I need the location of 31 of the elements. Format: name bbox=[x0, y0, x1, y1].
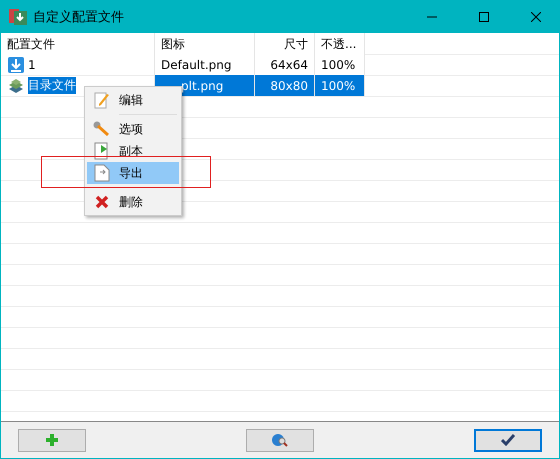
copy-icon bbox=[94, 142, 110, 160]
stack-icon bbox=[7, 76, 25, 94]
menu-item[interactable]: 副本 bbox=[87, 140, 179, 162]
pencil-icon bbox=[94, 91, 110, 109]
column-header[interactable]: 不透... bbox=[315, 33, 365, 55]
app-icon bbox=[9, 8, 27, 24]
table-cell: 100% bbox=[321, 78, 356, 92]
toolbar-button[interactable] bbox=[474, 428, 542, 452]
check-icon bbox=[501, 434, 515, 446]
table-cell: 目录文件 bbox=[28, 77, 76, 94]
menu-item[interactable]: 导出 bbox=[87, 162, 179, 184]
wrench-icon bbox=[93, 121, 111, 137]
download-icon bbox=[7, 56, 25, 74]
table-cell: 80x80 bbox=[270, 78, 308, 92]
delete-icon bbox=[95, 195, 109, 209]
globe-search-icon bbox=[272, 433, 288, 447]
table-cell: 1 bbox=[28, 58, 36, 72]
table-cell: 64x64 bbox=[270, 58, 308, 72]
table-cell: 100% bbox=[321, 58, 356, 72]
menu-item[interactable]: 删除 bbox=[87, 191, 179, 213]
column-header[interactable]: 图标 bbox=[155, 33, 255, 55]
minimize-icon bbox=[427, 16, 437, 18]
column-header[interactable]: 配置文件 bbox=[1, 33, 155, 55]
plus-icon bbox=[45, 433, 59, 447]
close-icon bbox=[531, 12, 541, 22]
menu-item[interactable]: 选项 bbox=[87, 118, 179, 140]
maximize-icon bbox=[479, 12, 489, 22]
window-title: 自定义配置文件 bbox=[33, 8, 125, 26]
column-header[interactable]: 尺寸 bbox=[255, 33, 315, 55]
document-icon bbox=[94, 164, 110, 182]
table-cell: Default.png bbox=[161, 58, 232, 72]
